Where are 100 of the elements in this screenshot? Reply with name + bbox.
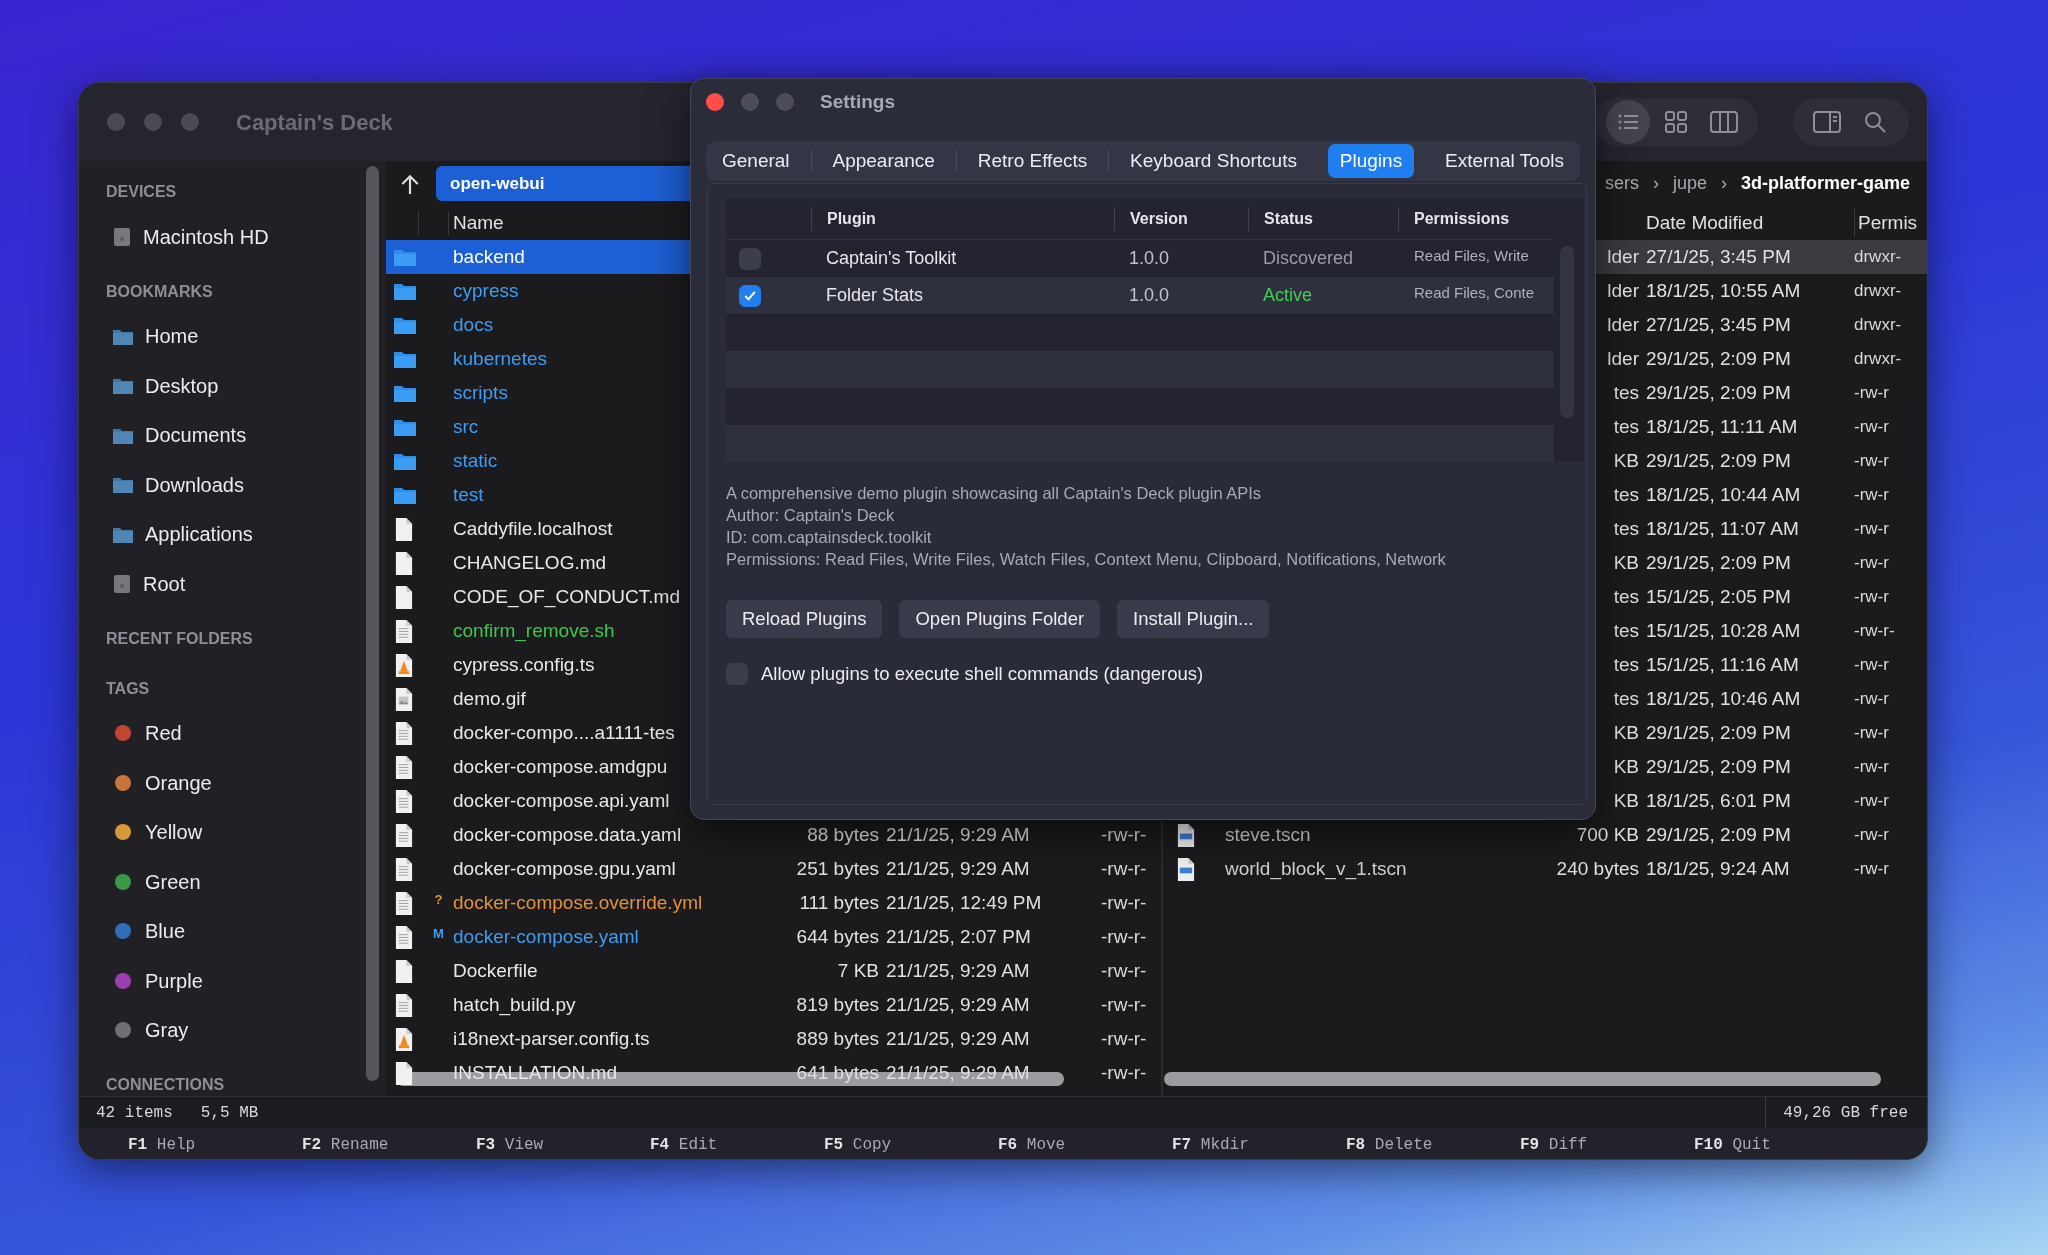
file-permissions: drwxr- <box>1854 246 1903 269</box>
file-date: 21/1/25, 9:29 AM <box>885 856 1031 881</box>
plugin-name: Captain's Toolkit <box>825 247 958 270</box>
file-size: 819 bytes <box>795 992 879 1017</box>
total-size: 5,5 MB <box>200 1102 259 1124</box>
file-permissions: -rw-r- <box>1101 992 1148 1017</box>
file-permissions: -rw-r- <box>1101 822 1148 847</box>
file-name: test <box>453 482 484 507</box>
file-date: 18/1/25, 10:44 AM <box>1645 482 1802 507</box>
dialog-title: Settings <box>820 89 895 114</box>
description-line: ID: com.captainsdeck.toolkit <box>726 527 933 548</box>
item-count: 42 items <box>96 1102 173 1124</box>
file-permissions: -rw-r <box>1854 382 1890 405</box>
file-size: lder <box>1606 244 1639 269</box>
file-size: KB <box>1612 550 1639 575</box>
file-date: 15/1/25, 2:05 PM <box>1645 584 1792 609</box>
file-permissions: -rw-r <box>1854 790 1890 813</box>
file-name: CHANGELOG.md <box>453 550 607 575</box>
file-permissions: -rw-r <box>1854 688 1890 711</box>
file-name: docker-compose.amdgpu <box>453 754 668 779</box>
file-date: 29/1/25, 2:09 PM <box>1645 448 1792 473</box>
file-permissions: -rw-r <box>1854 756 1890 779</box>
file-name: docker-compose.override.yml <box>453 890 703 915</box>
file-name: docker-compose.gpu.yaml <box>453 856 676 881</box>
file-size: lder <box>1606 312 1639 337</box>
section-heading: RECENT FOLDERS <box>106 628 254 649</box>
breadcrumb-separator: › <box>1720 172 1727 195</box>
file-name: docker-compose.api.yaml <box>453 788 670 813</box>
plugin-version: 1.0.0 <box>1128 247 1171 270</box>
description-line: A comprehensive demo plugin showcasing all Captain's Deck plugin APIs <box>726 483 1263 504</box>
plugin-status: Discovered <box>1262 247 1355 270</box>
file-permissions: -rw-r <box>1854 824 1890 847</box>
file-name: docker-compose.data.yaml <box>453 822 682 847</box>
file-name: demo.gif <box>453 686 526 711</box>
file-name: Caddyfile.localhost <box>453 516 613 541</box>
file-name: hatch_build.py <box>453 992 576 1018</box>
file-size: tes <box>1612 516 1639 541</box>
file-size: 111 bytes <box>798 890 879 915</box>
file-name: scripts <box>453 380 508 405</box>
file-permissions: -rw-r <box>1854 416 1890 439</box>
file-date: 21/1/25, 9:29 AM <box>885 1026 1031 1051</box>
file-name: cypress <box>453 278 519 303</box>
file-name: docker-compo....a1111-tes <box>453 720 675 745</box>
file-name: CODE_OF_CONDUCT.md <box>453 584 680 610</box>
file-size: 88 bytes <box>806 822 879 847</box>
file-name: confirm_remove.sh <box>453 618 615 644</box>
description-line: Permissions: Read Files, Write Files, Watch Files, Context Menu, Clipboard, Notifications, Network <box>726 549 1447 570</box>
plugin-permissions: Read Files, Write <box>1413 246 1530 266</box>
file-date: 21/1/25, 9:29 AM <box>885 958 1031 983</box>
file-name: kubernetes <box>453 346 547 371</box>
file-size: tes <box>1612 482 1639 507</box>
file-size: 240 bytes <box>1555 856 1639 881</box>
file-date: 29/1/25, 2:09 PM <box>1645 822 1792 847</box>
checkbox-label: Allow plugins to execute shell commands (dangerous) <box>761 662 1204 686</box>
breadcrumb-separator: › <box>1652 172 1659 195</box>
file-name: static <box>453 448 498 473</box>
plugin-name: Folder Stats <box>825 284 925 307</box>
file-date: 27/1/25, 3:45 PM <box>1645 244 1792 269</box>
file-permissions: -rw-r <box>1854 654 1890 677</box>
file-size: 889 bytes <box>795 1026 879 1051</box>
file-date: 29/1/25, 2:09 PM <box>1645 380 1792 405</box>
file-size: tes <box>1612 584 1639 609</box>
file-name: steve.tscn <box>1225 822 1311 847</box>
description-line: Author: Captain's Deck <box>726 505 896 526</box>
section-heading: TAGS <box>106 678 151 699</box>
file-date: 27/1/25, 3:45 PM <box>1645 312 1792 337</box>
file-size: KB <box>1612 720 1639 745</box>
file-size: tes <box>1612 414 1639 439</box>
file-permissions: -rw-r <box>1854 484 1890 507</box>
file-size: KB <box>1612 788 1639 813</box>
file-permissions: -rw-r <box>1854 858 1890 881</box>
file-size: tes <box>1612 380 1639 405</box>
file-permissions: -rw-r- <box>1101 1026 1148 1051</box>
file-size: 644 bytes <box>795 924 879 949</box>
file-date: 21/1/25, 12:49 PM <box>885 890 1043 915</box>
file-size: tes <box>1612 618 1639 643</box>
file-date: 29/1/25, 2:09 PM <box>1645 754 1792 779</box>
file-date: 21/1/25, 2:07 PM <box>885 924 1032 949</box>
plugin-status: Active <box>1262 284 1314 307</box>
file-permissions: -rw-r <box>1854 552 1890 575</box>
file-date: 18/1/25, 6:01 PM <box>1645 788 1792 813</box>
section-heading: DEVICES <box>106 182 178 202</box>
file-name: backend <box>453 244 525 269</box>
file-date: 18/1/25, 11:07 AM <box>1645 516 1800 541</box>
file-date: 18/1/25, 11:11 AM <box>1645 414 1799 439</box>
file-name: cypress.config.ts <box>453 652 595 677</box>
file-permissions: -rw-r- <box>1101 1060 1148 1085</box>
file-name: i18next-parser.config.ts <box>453 1026 650 1051</box>
file-name: world_block_v_1.tscn <box>1225 856 1407 882</box>
file-date: 15/1/25, 11:16 AM <box>1645 652 1800 677</box>
file-permissions: -rw-r- <box>1101 958 1148 983</box>
file-size: tes <box>1612 686 1639 711</box>
file-permissions: -rw-r <box>1854 450 1890 473</box>
file-name: docs <box>453 312 494 337</box>
file-permissions: -rw-r- <box>1854 620 1896 643</box>
file-size: 700 KB <box>1575 822 1639 847</box>
file-date: 29/1/25, 2:09 PM <box>1645 346 1792 371</box>
file-date: 18/1/25, 10:46 AM <box>1645 686 1802 711</box>
git-status-mark: ? <box>433 891 444 909</box>
window-title: Captain's Deck <box>236 108 393 137</box>
